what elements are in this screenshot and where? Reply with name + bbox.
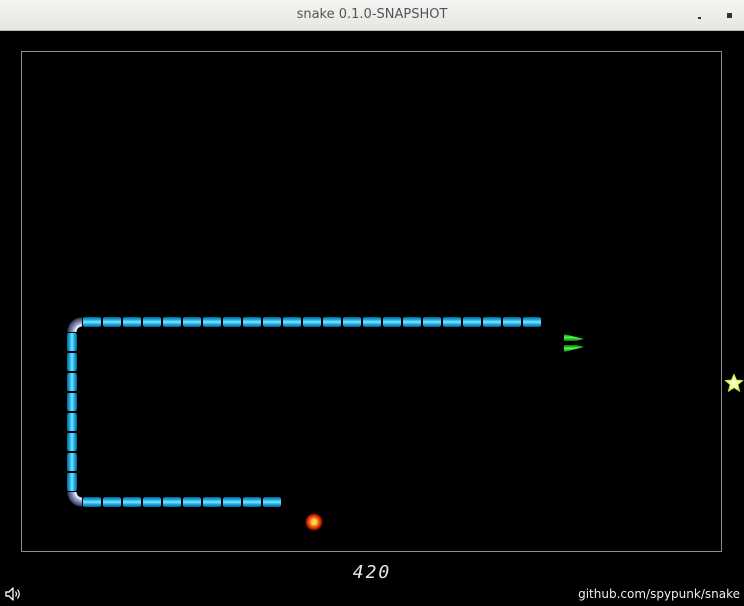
snake-segment [67, 433, 77, 451]
star-icon [724, 373, 744, 392]
snake-segment [263, 497, 281, 507]
snake-corner [66, 492, 82, 508]
snake-segment [443, 317, 461, 327]
window-title: snake 0.1.0-SNAPSHOT [296, 7, 448, 22]
snake-segment [143, 317, 161, 327]
maximize-button[interactable] [722, 8, 736, 22]
maximize-icon [726, 12, 732, 18]
snake-segment [223, 497, 241, 507]
snake-segment [67, 413, 77, 431]
snake-segment [263, 317, 281, 327]
snake-segment [243, 317, 261, 327]
snake-segment [83, 497, 101, 507]
minimize-button[interactable] [692, 8, 706, 22]
snake-segment [283, 317, 301, 327]
snake-segment [503, 317, 521, 327]
game-area[interactable]: 420 github.com/spypunk/snake [0, 31, 744, 606]
snake-segment [383, 317, 401, 327]
score-display: 420 [352, 562, 392, 583]
snake-segment [67, 393, 77, 411]
snake-corner [66, 316, 82, 332]
snake-segment [183, 497, 201, 507]
snake-segment [123, 497, 141, 507]
snake-segment [67, 373, 77, 391]
snake-segment [343, 317, 361, 327]
snake-segment [83, 317, 101, 327]
snake-segment [523, 317, 541, 327]
snake-segment [67, 333, 77, 351]
snake-segment [403, 317, 421, 327]
game-board [21, 51, 744, 552]
minimize-icon [697, 17, 701, 19]
snake-segment [143, 497, 161, 507]
snake-segment [67, 453, 77, 471]
snake-segment [183, 317, 201, 327]
snake-segment [243, 497, 261, 507]
snake-segment [463, 317, 481, 327]
snake-segment [323, 317, 341, 327]
snake-segment [103, 317, 121, 327]
snake-segment [303, 317, 321, 327]
snake-segment [423, 317, 441, 327]
snake-segment [163, 317, 181, 327]
snake-segment [203, 497, 221, 507]
snake-segment [363, 317, 381, 327]
snake-segment [203, 317, 221, 327]
snake-segment [163, 497, 181, 507]
snake-segment [223, 317, 241, 327]
title-bar: snake 0.1.0-SNAPSHOT [0, 0, 744, 31]
snake-head-icon [564, 334, 584, 352]
github-link[interactable]: github.com/spypunk/snake [578, 587, 740, 601]
snake-segment [103, 497, 121, 507]
snake-segment [123, 317, 141, 327]
snake-tail-icon [305, 513, 323, 531]
snake-segment [483, 317, 501, 327]
speaker-icon[interactable] [4, 586, 22, 602]
snake-segment [67, 473, 77, 491]
snake-segment [67, 353, 77, 371]
